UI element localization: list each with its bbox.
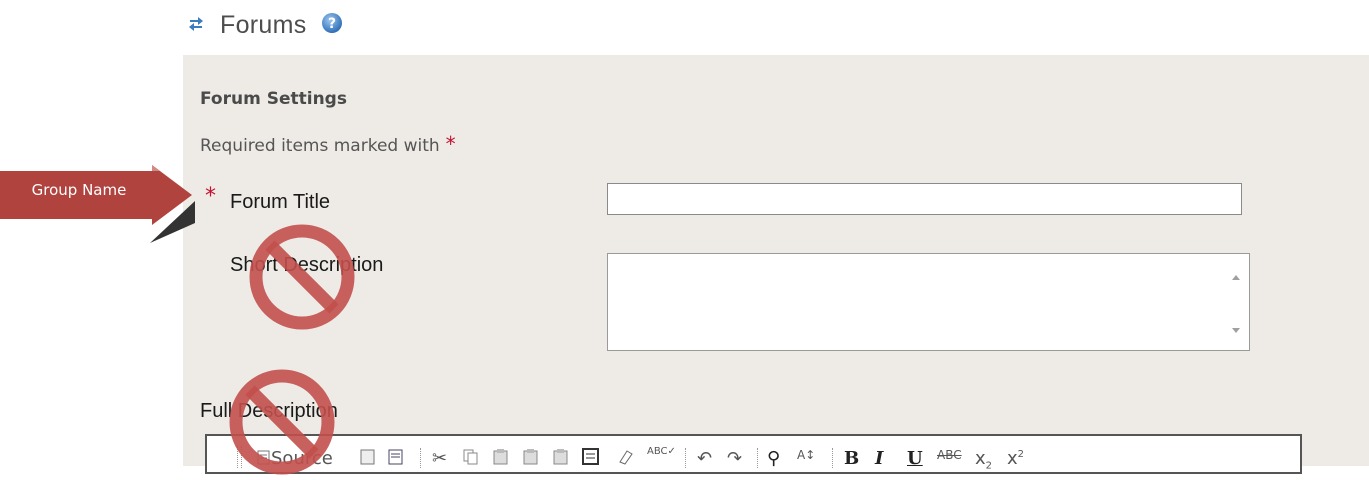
forum-title-input[interactable] [607,183,1242,215]
required-note: Required items marked with * [200,132,456,156]
required-star: * [445,132,456,156]
toolbar-separator [757,448,760,468]
editor-toolbar: Source ✂ ABC✓ ↶ ↷ ⚲ A↕ B I U ABC x2 x2 [205,434,1302,474]
section-heading: Forum Settings [200,89,347,109]
paste-word-icon[interactable] [552,448,570,471]
sync-arrows-icon[interactable] [188,14,204,37]
required-note-text: Required items marked with [200,136,440,156]
toolbar-separator [685,448,688,468]
prohibit-icon [249,224,355,330]
preview-icon[interactable] [387,448,405,471]
strikethrough-icon[interactable]: ABC [937,448,962,462]
copy-doc-icon[interactable] [359,448,377,471]
replace-icon[interactable]: A↕ [797,448,815,462]
help-icon[interactable]: ? [321,12,343,39]
prohibit-icon [229,369,335,475]
page-title: Forums [220,10,307,39]
subscript-icon[interactable]: x2 [975,448,992,472]
scroll-up-icon[interactable] [1231,268,1241,286]
svg-text:?: ? [327,16,335,32]
spellcheck-icon[interactable]: ABC✓ [647,446,676,457]
paste-icon[interactable] [492,448,510,471]
callout-label: Group Name [31,181,127,199]
group-name-callout-arrow [0,165,195,243]
page-header: Forums ? [188,10,343,40]
toolbar-separator [832,448,835,468]
paste-text-icon[interactable] [522,448,540,471]
copy-icon[interactable] [462,448,480,471]
forum-title-label: Forum Title [230,191,331,213]
remove-format-icon[interactable] [617,448,635,471]
scroll-down-icon[interactable] [1231,322,1241,340]
short-description-textarea[interactable] [607,253,1250,351]
print-icon[interactable] [582,448,600,471]
toolbar-separator [420,448,423,468]
